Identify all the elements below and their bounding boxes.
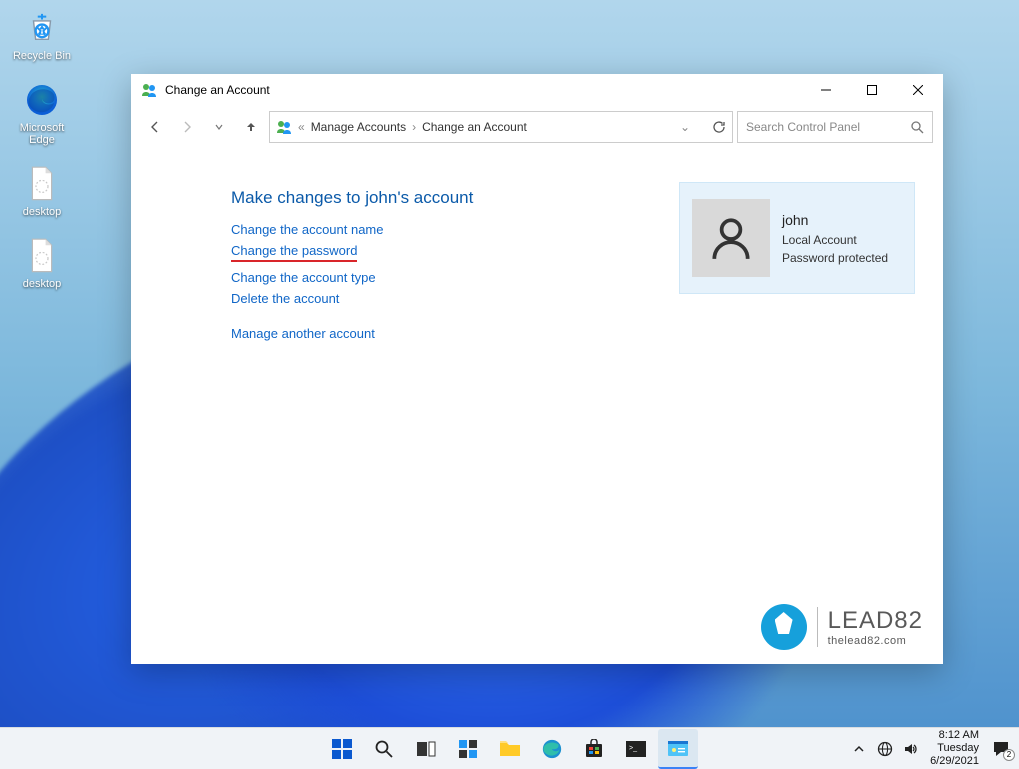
clock-time: 8:12 AM (930, 729, 979, 742)
desktop-icon-file-2[interactable]: desktop (6, 236, 78, 290)
link-delete-account[interactable]: Delete the account (231, 291, 339, 306)
window-title: Change an Account (165, 83, 270, 97)
desktop-icon-label: desktop (23, 206, 62, 218)
svg-text:>_: >_ (629, 745, 637, 752)
desktop-icon-edge[interactable]: Microsoft Edge (6, 80, 78, 146)
breadcrumb-manage-accounts[interactable]: Manage Accounts (311, 120, 406, 134)
desktop-icon-label: Recycle Bin (13, 50, 71, 62)
account-info: john Local Account Password protected (782, 210, 888, 267)
taskbar: >_ 8:12 AM Tuesday 6/29/2021 2 (0, 727, 1019, 769)
widgets-button[interactable] (448, 729, 488, 769)
desktop-icons: Recycle Bin Microsoft Edge desktop deskt… (6, 8, 78, 290)
account-username: john (782, 210, 888, 231)
address-bar[interactable]: « Manage Accounts › Change an Account ⌄ (269, 111, 733, 143)
file-icon (22, 236, 62, 276)
clock-day: Tuesday (930, 742, 979, 755)
search-box[interactable] (737, 111, 933, 143)
link-manage-another[interactable]: Manage another account (231, 326, 375, 341)
desktop-icon-label: desktop (23, 278, 62, 290)
volume-icon[interactable] (902, 740, 920, 758)
lead82-logo-icon (761, 604, 807, 650)
avatar (692, 199, 770, 277)
recycle-bin-icon (22, 8, 62, 48)
network-icon[interactable] (876, 740, 894, 758)
breadcrumb-change-account[interactable]: Change an Account (422, 120, 527, 134)
user-accounts-icon (141, 82, 157, 98)
breadcrumb-prefix: « (298, 120, 305, 134)
close-button[interactable] (895, 74, 941, 106)
search-icon[interactable] (910, 120, 924, 134)
control-panel-window: Change an Account « Manage Accounts › Ch… (131, 74, 943, 664)
watermark-name: LEAD82 (828, 607, 923, 635)
taskbar-right: 8:12 AM Tuesday 6/29/2021 2 (850, 729, 1013, 769)
refresh-button[interactable] (712, 120, 726, 134)
notif-badge: 2 (1003, 749, 1015, 761)
file-icon (22, 164, 62, 204)
nav-row: « Manage Accounts › Change an Account ⌄ (131, 106, 943, 148)
file-explorer-button[interactable] (490, 729, 530, 769)
watermark: LEAD82 thelead82.com (761, 604, 923, 650)
link-change-password[interactable]: Change the password (231, 243, 357, 262)
link-change-type[interactable]: Change the account type (231, 270, 376, 285)
link-change-name[interactable]: Change the account name (231, 222, 384, 237)
watermark-url: thelead82.com (828, 635, 923, 647)
taskbar-center: >_ (322, 729, 698, 769)
account-type: Local Account (782, 231, 888, 249)
account-protection: Password protected (782, 249, 888, 267)
user-accounts-icon (276, 119, 292, 135)
back-button[interactable] (141, 113, 169, 141)
recent-dropdown[interactable] (205, 113, 233, 141)
chevron-down-icon[interactable]: ⌄ (680, 120, 690, 134)
taskbar-clock[interactable]: 8:12 AM Tuesday 6/29/2021 (930, 729, 979, 769)
store-button[interactable] (574, 729, 614, 769)
desktop-icon-label: Microsoft Edge (6, 122, 78, 146)
content-area: Make changes to john's account Change th… (131, 148, 943, 664)
account-card[interactable]: john Local Account Password protected (679, 182, 915, 294)
search-input[interactable] (746, 120, 902, 134)
minimize-button[interactable] (803, 74, 849, 106)
notifications-button[interactable]: 2 (989, 737, 1013, 761)
clock-date: 6/29/2021 (930, 755, 979, 768)
desktop-icon-file-1[interactable]: desktop (6, 164, 78, 218)
forward-button[interactable] (173, 113, 201, 141)
maximize-button[interactable] (849, 74, 895, 106)
terminal-button[interactable]: >_ (616, 729, 656, 769)
titlebar[interactable]: Change an Account (131, 74, 943, 106)
edge-icon (22, 80, 62, 120)
taskbar-search-button[interactable] (364, 729, 404, 769)
task-view-button[interactable] (406, 729, 446, 769)
desktop-icon-recycle-bin[interactable]: Recycle Bin (6, 8, 78, 62)
system-tray (850, 740, 920, 758)
chevron-right-icon: › (412, 120, 416, 134)
control-panel-taskbar-button[interactable] (658, 729, 698, 769)
tray-overflow-button[interactable] (850, 740, 868, 758)
edge-taskbar-button[interactable] (532, 729, 572, 769)
up-button[interactable] (237, 113, 265, 141)
start-button[interactable] (322, 729, 362, 769)
